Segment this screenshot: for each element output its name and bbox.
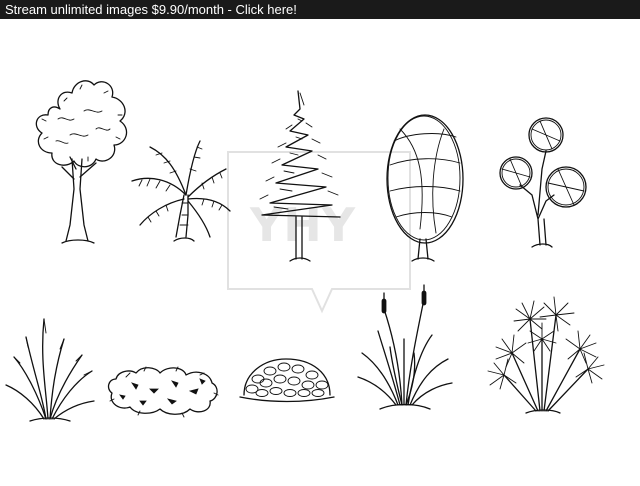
watermark: YHY (227, 151, 411, 314)
deciduous-tree (35, 80, 128, 244)
ground-cover (239, 358, 335, 403)
round-leaf-sapling (499, 117, 587, 248)
grass-clump (5, 318, 95, 422)
oval-tree (386, 114, 464, 262)
papyrus-plant (487, 296, 605, 414)
page: Stream unlimited images $9.90/month - Cl… (0, 0, 640, 486)
plant-sketch-image: YHY (0, 19, 640, 486)
low-shrub (107, 366, 219, 418)
palm-tree (131, 140, 231, 242)
cattail-grass (357, 284, 453, 410)
promo-banner[interactable]: Stream unlimited images $9.90/month - Cl… (0, 0, 640, 19)
